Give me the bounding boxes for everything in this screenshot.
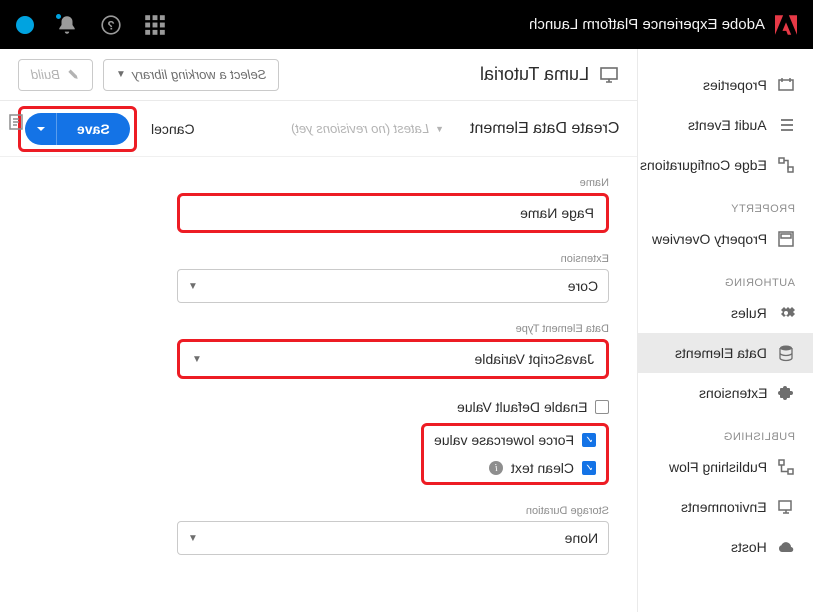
sidebar-item-properties[interactable]: Properties bbox=[638, 65, 813, 105]
checkbox-unchecked-icon[interactable] bbox=[595, 400, 609, 414]
sidebar-header-property: PROPERTY bbox=[638, 185, 813, 219]
profile-avatar[interactable] bbox=[16, 16, 34, 34]
sidebar-item-publishing-flow[interactable]: Publishing Flow bbox=[638, 447, 813, 487]
name-input[interactable]: Page Name bbox=[182, 198, 604, 228]
chevron-down-icon: ▼ bbox=[116, 69, 126, 80]
cancel-button[interactable]: Cancel bbox=[151, 121, 195, 137]
extensions-icon bbox=[777, 384, 795, 402]
sidebar-item-rules[interactable]: Rules bbox=[638, 293, 813, 333]
type-label: Data Element Type bbox=[177, 323, 609, 335]
chevron-down-icon: ▼ bbox=[192, 354, 202, 365]
data-elements-icon bbox=[777, 344, 795, 362]
chevron-down-icon: ▼ bbox=[188, 281, 198, 292]
build-button[interactable]: Build bbox=[18, 59, 93, 91]
storage-label: Storage Duration bbox=[177, 505, 609, 517]
monitor-icon bbox=[599, 65, 619, 85]
rules-icon bbox=[777, 304, 795, 322]
extension-select[interactable]: Core ▼ bbox=[177, 269, 609, 303]
svg-text:?: ? bbox=[107, 18, 114, 32]
checkbox-checked-icon[interactable] bbox=[582, 433, 596, 447]
hosts-icon bbox=[777, 538, 795, 556]
extension-label: Extension bbox=[177, 253, 609, 265]
sidebar-item-extensions[interactable]: Extensions bbox=[638, 373, 813, 413]
flow-icon bbox=[777, 458, 795, 476]
sidebar-item-property-overview[interactable]: Property Overview bbox=[638, 219, 813, 259]
storage-duration-select[interactable]: None ▼ bbox=[177, 521, 609, 555]
edge-icon bbox=[777, 156, 795, 174]
clean-text-checkbox-row[interactable]: Clean text bbox=[434, 460, 596, 476]
help-icon[interactable]: ? bbox=[100, 14, 122, 36]
chevron-down-icon: ▼ bbox=[188, 533, 198, 544]
left-nav-sidebar: Properties Audit Events Edge Configurati… bbox=[637, 49, 813, 612]
notifications-icon[interactable] bbox=[56, 14, 78, 36]
working-library-select[interactable]: Select a working library ▼ bbox=[103, 59, 279, 91]
sidebar-item-environments[interactable]: Environments bbox=[638, 487, 813, 527]
checkbox-checked-icon[interactable] bbox=[582, 461, 596, 475]
notes-rail-icon[interactable] bbox=[7, 113, 25, 131]
sidebar-item-edge-config[interactable]: Edge Configurations bbox=[638, 145, 813, 185]
list-icon bbox=[777, 116, 795, 134]
sidebar-item-audit-events[interactable]: Audit Events bbox=[638, 105, 813, 145]
chevron-down-icon: ▼ bbox=[435, 124, 444, 134]
property-title: Luma Tutorial bbox=[480, 64, 589, 85]
properties-icon bbox=[777, 76, 795, 94]
page-title: Create Data Element bbox=[470, 120, 619, 138]
sidebar-header-authoring: AUTHORING bbox=[638, 259, 813, 293]
sidebar-header-publishing: PUBLISHING bbox=[638, 413, 813, 447]
overview-icon bbox=[777, 230, 795, 248]
info-icon[interactable] bbox=[489, 461, 503, 475]
apps-grid-icon[interactable] bbox=[144, 14, 166, 36]
data-element-type-select[interactable]: JavaScript Variable ▼ bbox=[182, 344, 604, 374]
sidebar-item-hosts[interactable]: Hosts bbox=[638, 527, 813, 567]
save-button[interactable]: Save bbox=[57, 113, 130, 145]
name-label: Name bbox=[177, 177, 609, 189]
sidebar-item-data-elements[interactable]: Data Elements bbox=[638, 333, 813, 373]
revision-selector[interactable]: Latest (no revisions yet) ▼ bbox=[291, 121, 444, 136]
enable-default-checkbox-row[interactable]: Enable Default Value bbox=[177, 399, 609, 415]
adobe-logo-icon bbox=[775, 14, 797, 36]
force-lowercase-checkbox-row[interactable]: Force lowercase value bbox=[434, 432, 596, 448]
environments-icon bbox=[777, 498, 795, 516]
app-title: Adobe Experience Platform Launch bbox=[529, 16, 765, 33]
